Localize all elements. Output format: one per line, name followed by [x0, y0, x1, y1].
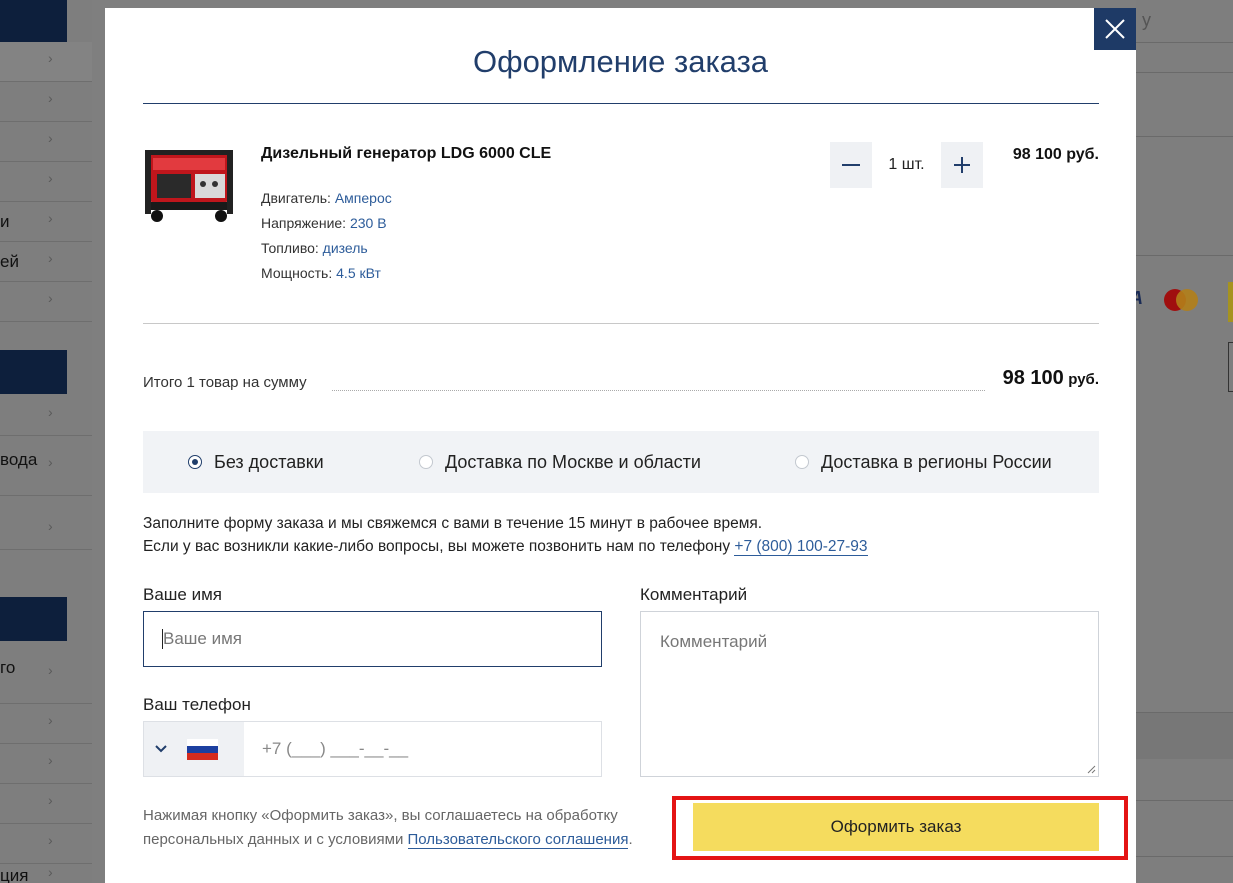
- delivery-option-label: Доставка в регионы России: [821, 451, 1052, 472]
- background-right-column: у A: [1130, 0, 1233, 883]
- total-dots: [332, 390, 985, 391]
- info-line: Заполните форму заказа и мы свяжемся с в…: [143, 515, 763, 532]
- radio-icon[interactable]: [795, 455, 809, 469]
- background-divider: [1136, 42, 1233, 43]
- background-box: [1228, 342, 1233, 392]
- background-row: ›: [0, 82, 92, 122]
- comment-textarea[interactable]: Комментарий: [640, 611, 1099, 777]
- user-agreement-link[interactable]: Пользовательского соглашения: [407, 831, 629, 849]
- agreement-line: персональных данных и с условиями Пользо…: [143, 828, 633, 852]
- plus-icon: [954, 157, 970, 173]
- title-divider: [143, 103, 1099, 104]
- info-line: Если у вас возникли какие-либо вопросы, …: [143, 535, 868, 558]
- phone-field: +7 (___) ___-__-__: [143, 721, 602, 777]
- background-row: го ›: [0, 648, 92, 704]
- background-sidebar: › › › › и › ей › › › вода › › го › › › › › ц…: [0, 0, 92, 883]
- quantity-increase-button[interactable]: [941, 142, 983, 188]
- property-label: Двигатель:: [261, 190, 335, 206]
- product-property-engine: Двигатель: Амперос: [261, 190, 392, 206]
- form-info-text: Заполните форму заказа и мы свяжемся с в…: [143, 512, 868, 558]
- background-row: и ›: [0, 202, 92, 242]
- background-text: у: [1142, 10, 1151, 30]
- submit-order-button[interactable]: Оформить заказ: [693, 803, 1099, 851]
- delivery-option-regions[interactable]: Доставка в регионы России: [795, 431, 1052, 493]
- radio-icon[interactable]: [419, 455, 433, 469]
- total-number: 98 100: [1002, 367, 1064, 389]
- modal-title: Оформление заказа: [472, 44, 769, 79]
- product-property-voltage: Напряжение: 230 В: [261, 215, 387, 231]
- product-name[interactable]: Дизельный генератор LDG 6000 CLE: [261, 145, 551, 163]
- background-row: ›: [0, 42, 92, 82]
- delivery-options: Без доставки Доставка по Москве и област…: [143, 431, 1099, 493]
- background-row: ›: [0, 396, 92, 436]
- background-row: ›: [0, 704, 92, 744]
- resize-handle-icon[interactable]: [1086, 764, 1096, 774]
- phone-label: Ваш телефон: [143, 695, 251, 714]
- quantity-decrease-button[interactable]: [830, 142, 872, 188]
- total-amount: 98 100 руб.: [985, 367, 1099, 390]
- comment-label: Комментарий: [640, 585, 748, 604]
- product-divider: [143, 323, 1099, 324]
- delivery-option-moscow[interactable]: Доставка по Москве и области: [419, 431, 701, 493]
- background-row: вода ›: [0, 440, 92, 496]
- background-row: ›: [0, 282, 92, 322]
- background-row: ›: [0, 510, 92, 550]
- product-price: 98 100 руб.: [1012, 146, 1099, 163]
- name-label: Ваше имя: [143, 585, 222, 604]
- background-row: ›: [0, 122, 92, 162]
- property-label: Мощность:: [261, 265, 337, 281]
- quantity-stepper: 1 шт.: [830, 142, 983, 188]
- country-selector[interactable]: [144, 722, 244, 776]
- product-image[interactable]: [143, 144, 235, 226]
- background-accent: [1228, 282, 1233, 322]
- background-divider: [1136, 136, 1233, 137]
- background-divider: [1136, 856, 1233, 857]
- background-row: ›: [0, 744, 92, 784]
- property-value: Амперос: [334, 190, 392, 206]
- background-header-block: [0, 0, 67, 42]
- phone-input[interactable]: +7 (___) ___-__-__: [244, 722, 601, 776]
- agreement-line: Нажимая кнопку «Оформить заказ», вы согл…: [143, 807, 618, 824]
- mastercard-icon: [1164, 289, 1198, 311]
- delivery-option-label: Без доставки: [214, 451, 324, 472]
- chevron-down-icon: [155, 745, 167, 753]
- product-property-fuel: Топливо: дизель: [261, 240, 368, 256]
- background-row: ›: [0, 784, 92, 824]
- name-input[interactable]: Ваше имя: [143, 611, 602, 667]
- background-divider: [1136, 255, 1233, 256]
- delivery-option-none[interactable]: Без доставки: [188, 431, 324, 493]
- background-row: ция ›: [0, 864, 53, 883]
- background-row: ›: [0, 162, 92, 202]
- background-divider: [1136, 800, 1233, 801]
- name-placeholder: Ваше имя: [163, 629, 242, 648]
- property-value: дизель: [322, 240, 368, 256]
- product-property-power: Мощность: 4.5 кВт: [261, 265, 381, 281]
- property-label: Топливо:: [261, 240, 323, 256]
- property-value: 230 В: [349, 215, 387, 231]
- info-text: Если у вас возникли какие-либо вопросы, …: [143, 538, 735, 555]
- background-header-block: [0, 350, 67, 394]
- property-label: Напряжение:: [261, 215, 350, 231]
- background-header-block: [0, 597, 67, 641]
- russia-flag-icon: [187, 738, 218, 760]
- order-modal: Оформление заказа Дизельный генератор LD…: [105, 8, 1136, 883]
- quantity-value[interactable]: 1 шт.: [872, 142, 941, 188]
- delivery-option-label: Доставка по Москве и области: [445, 451, 701, 472]
- minus-icon: [842, 164, 860, 166]
- agreement-end: .: [628, 831, 633, 848]
- background-row: ей ›: [0, 242, 92, 282]
- comment-placeholder: Комментарий: [660, 632, 768, 651]
- agreement-text: Нажимая кнопку «Оформить заказ», вы согл…: [143, 804, 633, 852]
- total-currency: руб.: [1068, 371, 1099, 388]
- phone-link[interactable]: +7 (800) 100-27-93: [734, 538, 868, 556]
- agreement-text-part: персональных данных и с условиями: [143, 831, 408, 848]
- background-band: [1136, 713, 1233, 759]
- radio-selected-icon[interactable]: [188, 455, 202, 469]
- total-label: Итого 1 товар на сумму: [143, 374, 307, 391]
- close-icon: [1105, 19, 1125, 39]
- background-divider: [1136, 72, 1233, 73]
- property-value: 4.5 кВт: [336, 265, 381, 281]
- close-button[interactable]: [1094, 8, 1136, 50]
